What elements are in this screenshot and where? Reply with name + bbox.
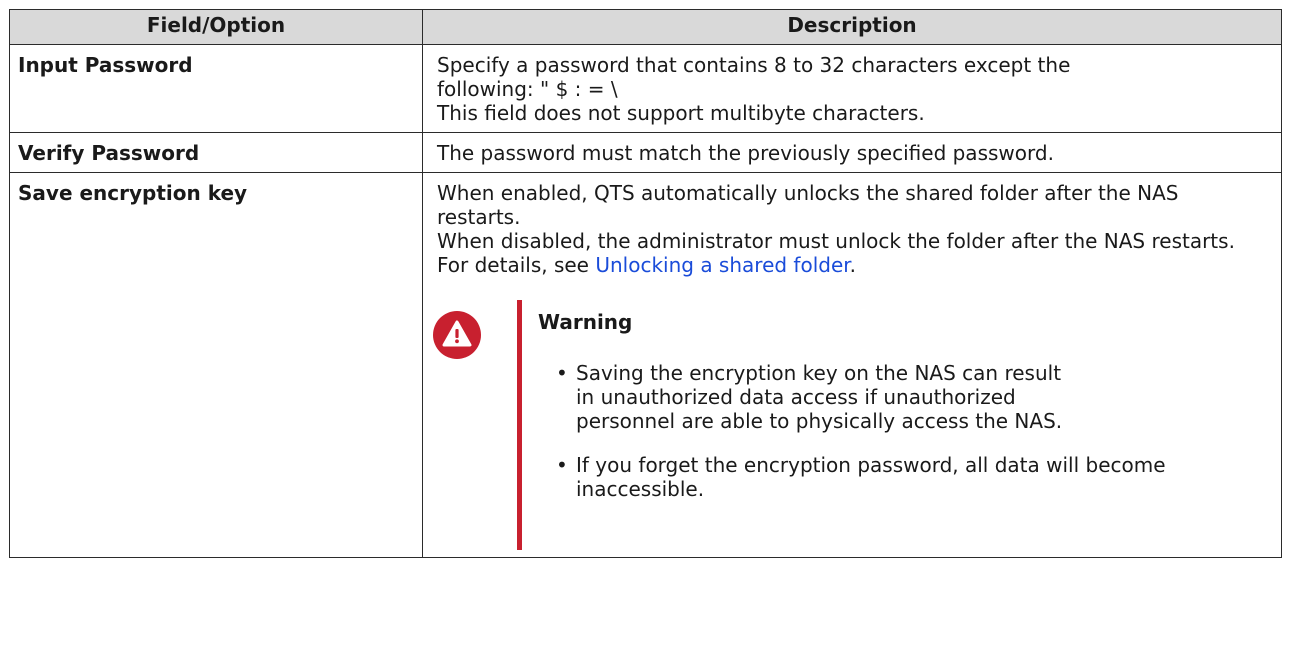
details-suffix: . — [849, 253, 856, 277]
warning-title: Warning — [538, 310, 633, 334]
details-line: For details, see Unlocking a shared fold… — [437, 253, 1273, 277]
table-row: Verify Password The password must match … — [9, 132, 1282, 173]
list-item: Saving the encryption key on the NAS can… — [554, 361, 1076, 433]
field-name: Input Password — [9, 44, 423, 133]
warning-note: Warning Saving the encryption key on the… — [433, 300, 1273, 550]
warning-icon — [433, 311, 481, 359]
description-text: The password must match the previously s… — [437, 141, 1054, 165]
description-text: This field does not support multibyte ch… — [437, 101, 925, 125]
description-cell: Specify a password that contains 8 to 32… — [422, 44, 1282, 133]
description-text: Specify a password that contains 8 to 32… — [437, 53, 1071, 101]
description-text: When disabled, the administrator must un… — [437, 229, 1235, 253]
unlocking-shared-folder-link[interactable]: Unlocking a shared folder — [595, 253, 849, 277]
warning-bar — [517, 300, 522, 550]
warning-list: Saving the encryption key on the NAS can… — [554, 361, 1196, 521]
list-item: If you forget the encryption password, a… — [554, 453, 1196, 501]
table-row: Input Password Specify a password that c… — [9, 44, 1282, 133]
header-field-option: Field/Option — [9, 9, 423, 45]
description-text: When enabled, QTS automatically unlocks … — [437, 181, 1179, 229]
header-description: Description — [422, 9, 1282, 45]
details-prefix: For details, see — [437, 253, 596, 277]
field-name: Save encryption key — [9, 172, 423, 558]
field-name: Verify Password — [9, 132, 423, 173]
field-option-table: Field/Option Description Input Password … — [9, 9, 1282, 558]
description-cell: The password must match the previously s… — [422, 132, 1282, 173]
table-row: Save encryption key When enabled, QTS au… — [9, 172, 1282, 558]
table-header-row: Field/Option Description — [9, 9, 1282, 45]
description-cell: When enabled, QTS automatically unlocks … — [422, 172, 1282, 558]
